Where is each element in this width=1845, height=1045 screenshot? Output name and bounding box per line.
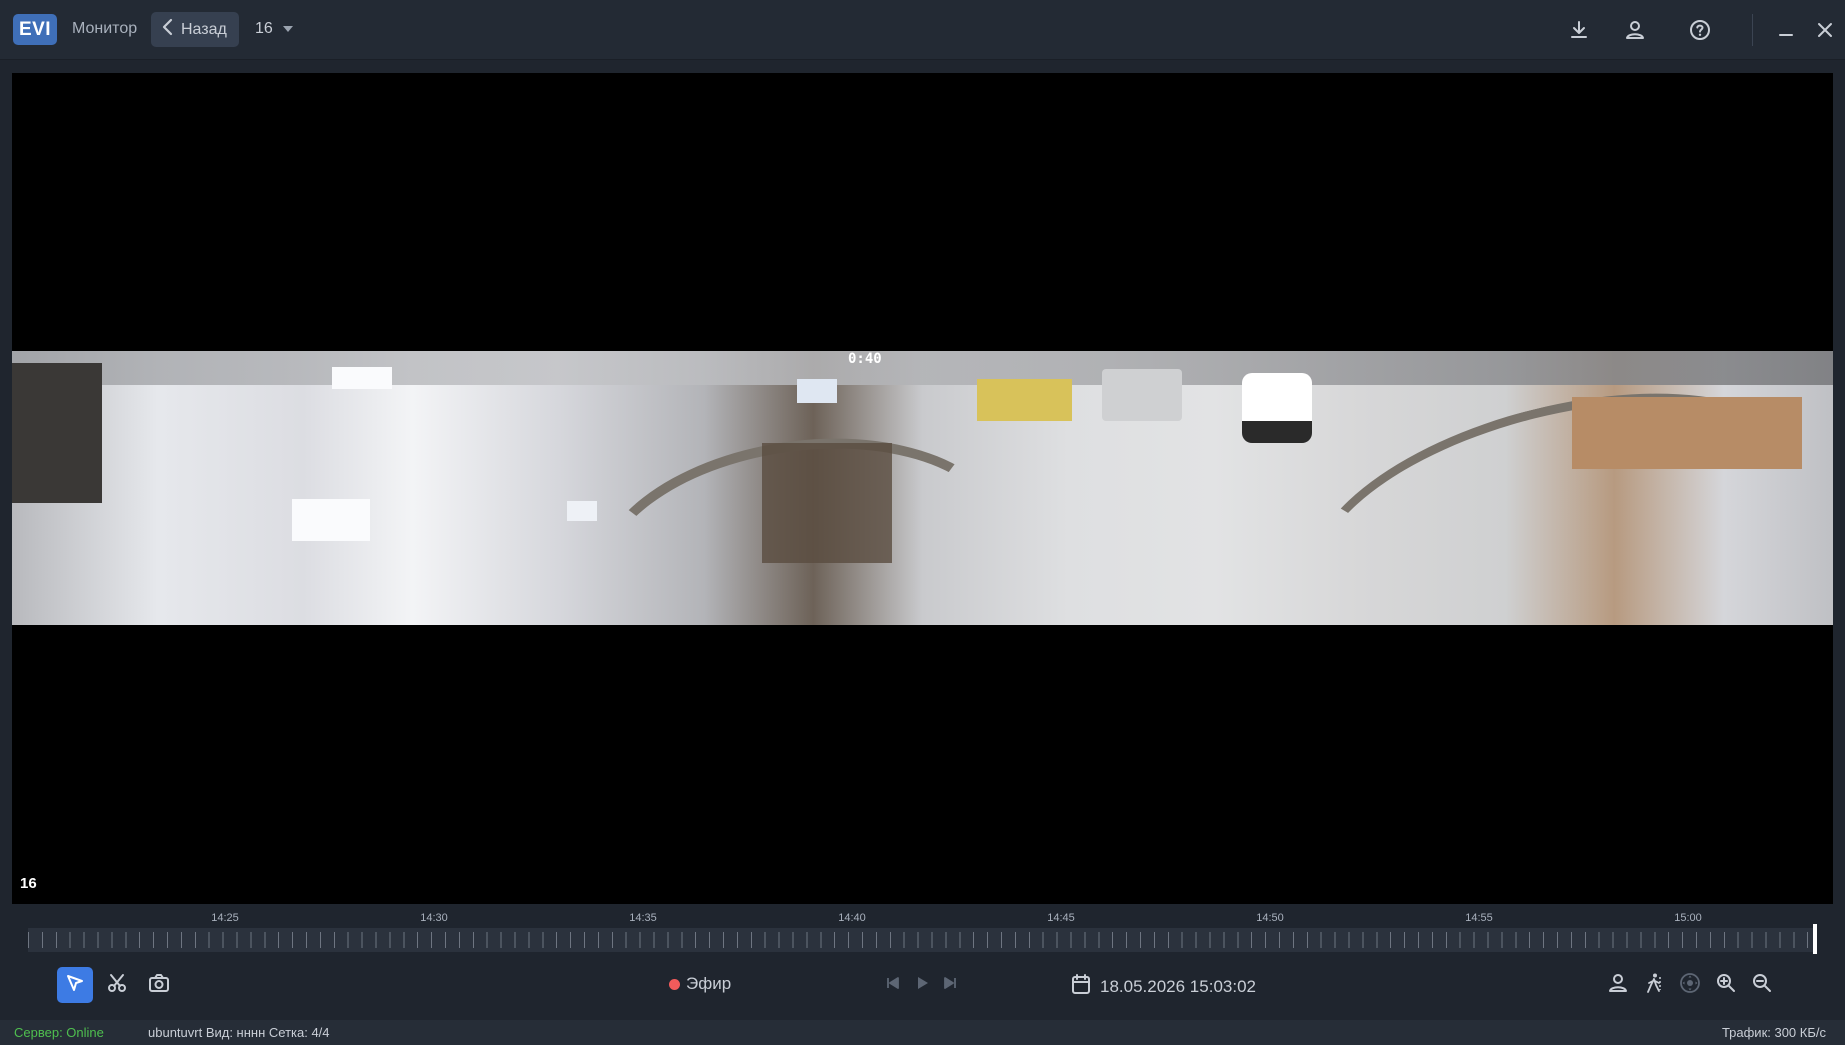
ceiling-light xyxy=(567,501,597,521)
download-icon[interactable] xyxy=(1566,17,1592,43)
timeline-label: 14:25 xyxy=(211,912,239,924)
frame-ceiling-band xyxy=(12,351,1833,385)
wood-panel xyxy=(1572,397,1802,469)
datetime-picker[interactable]: 18.05.2026 15:03:02 xyxy=(1070,973,1256,1000)
ptz-joystick-icon xyxy=(1679,972,1701,999)
camera-icon xyxy=(148,972,170,999)
calendar-icon xyxy=(1070,973,1092,1000)
face-search-button[interactable] xyxy=(1600,967,1636,1003)
help-icon[interactable] xyxy=(1687,17,1713,43)
motion-search-button[interactable] xyxy=(1636,967,1672,1003)
timeline[interactable]: 14:25 14:30 14:35 14:40 14:45 14:50 14:5… xyxy=(28,912,1817,954)
cursor-icon xyxy=(64,972,86,999)
ptz-control-button[interactable] xyxy=(1672,967,1708,1003)
minimize-icon[interactable] xyxy=(1773,17,1799,43)
chevron-left-icon xyxy=(161,18,175,41)
back-button[interactable]: Назад xyxy=(151,12,239,47)
app-logo: EVI xyxy=(13,14,57,45)
zoom-out-icon xyxy=(1751,972,1773,999)
skip-forward-button[interactable] xyxy=(932,967,968,1003)
live-button[interactable]: Эфир xyxy=(669,974,731,994)
traffic-status: Трафик: 300 КБ/с xyxy=(1721,1025,1826,1040)
monitor-link[interactable]: Монитор xyxy=(72,20,137,38)
railing-pipe xyxy=(1280,351,1833,625)
server-status: Сервер: Online xyxy=(14,1025,104,1040)
zoom-in-button[interactable] xyxy=(1708,967,1744,1003)
timeline-label: 14:45 xyxy=(1047,912,1075,924)
window-light xyxy=(797,379,837,403)
walking-person-icon xyxy=(1643,972,1665,999)
close-icon[interactable] xyxy=(1812,17,1838,43)
ceiling-light xyxy=(332,367,392,389)
layout-select[interactable]: 16 xyxy=(255,20,293,38)
ceiling-light xyxy=(292,499,370,541)
camera-device xyxy=(1242,373,1312,443)
bottom-toolbar: Эфир 18.05.2026 15:03:02 xyxy=(0,960,1845,1010)
play-icon xyxy=(911,972,933,999)
timeline-label: 14:55 xyxy=(1465,912,1493,924)
dark-cabinet xyxy=(12,363,102,503)
status-bar: Сервер: Online ubuntuvrt Вид: нннн Сетка… xyxy=(0,1020,1845,1045)
live-indicator-icon xyxy=(669,978,680,990)
tile-label: 16 xyxy=(20,875,37,892)
timeline-label: 14:50 xyxy=(1256,912,1284,924)
session-info: ubuntuvrt Вид: нннн Сетка: 4/4 xyxy=(148,1025,330,1040)
live-label: Эфир xyxy=(686,974,732,993)
back-button-label: Назад xyxy=(181,20,227,38)
timeline-ticks xyxy=(28,932,1817,948)
camera-mount xyxy=(1102,369,1182,421)
skip-back-icon xyxy=(882,972,904,999)
snapshot-button[interactable] xyxy=(141,967,177,1003)
timeline-label: 15:00 xyxy=(1674,912,1702,924)
caret-down-icon xyxy=(282,26,293,32)
top-bar: EVI Монитор Назад 16 xyxy=(0,0,1845,60)
yellow-object xyxy=(977,379,1072,421)
zoom-in-icon xyxy=(1715,972,1737,999)
scissors-icon xyxy=(106,972,128,999)
camera-frame: 0:40 xyxy=(12,351,1833,625)
timeline-playhead[interactable] xyxy=(1813,924,1817,954)
layout-select-value: 16 xyxy=(255,20,273,37)
skip-forward-icon xyxy=(939,972,961,999)
desk-area xyxy=(762,443,892,563)
select-tool-button[interactable] xyxy=(57,967,93,1003)
timeline-label: 14:35 xyxy=(629,912,657,924)
timeline-label: 14:40 xyxy=(838,912,866,924)
person-icon xyxy=(1607,972,1629,999)
toolbar-separator xyxy=(1752,14,1753,46)
osd-timestamp: 0:40 xyxy=(848,351,882,367)
timeline-labels: 14:25 14:30 14:35 14:40 14:45 14:50 14:5… xyxy=(28,912,1817,926)
datetime-value: 18.05.2026 15:03:02 xyxy=(1100,976,1256,996)
cut-button[interactable] xyxy=(99,967,135,1003)
timeline-label: 14:30 xyxy=(420,912,448,924)
zoom-out-button[interactable] xyxy=(1744,967,1780,1003)
video-tile[interactable]: 0:40 16 xyxy=(12,73,1833,904)
user-icon[interactable] xyxy=(1622,17,1648,43)
